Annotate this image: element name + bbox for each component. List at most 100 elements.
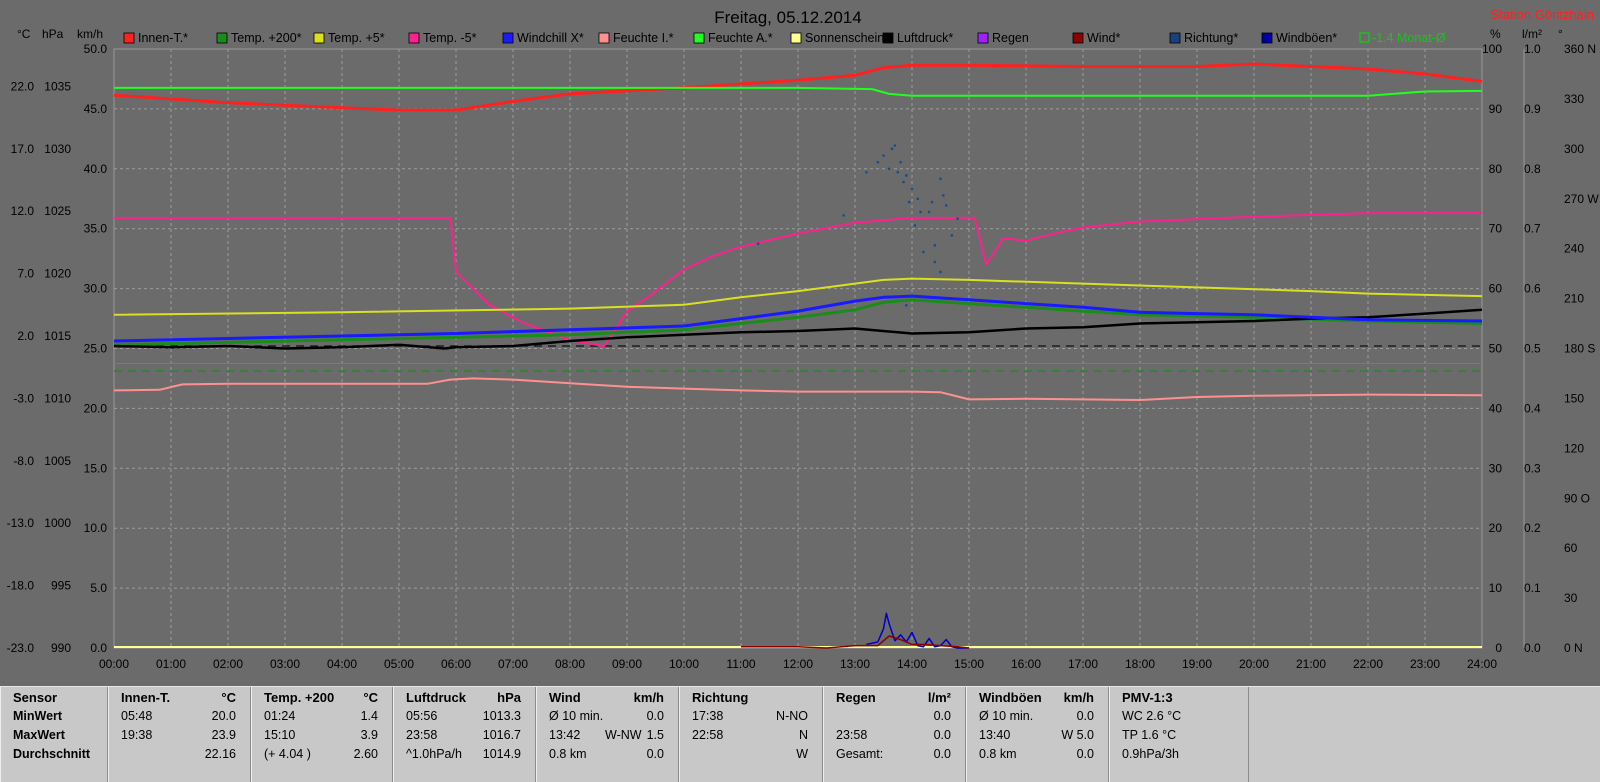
stats-cell-label: 13:40 [979, 728, 1011, 742]
stats-row: 15:10 3.9 [258, 726, 386, 745]
stats-cell-value: 23.9 [211, 728, 236, 742]
stats-header: Temp. +200 °C [258, 687, 386, 707]
stats-column: Richtung 17:38 N-NO 22:58 N W [679, 687, 823, 782]
stats-cell-label: Durchschnitt [13, 747, 91, 761]
stats-header-title: Luftdruck [406, 690, 466, 705]
stats-header-unit: °C [363, 690, 378, 705]
stats-cell-value: N [798, 728, 808, 742]
legend-swatch [977, 32, 989, 44]
stats-header-title: Innen-T. [121, 690, 171, 705]
legend-swatch [408, 32, 420, 44]
stats-header-unit: km/h [633, 690, 664, 705]
axis-pct-tick: 50 [1489, 342, 1503, 356]
stats-header-title: Windböen [979, 690, 1042, 705]
stats-header: Regen l/m² [830, 687, 959, 707]
stats-cell-value: W [796, 747, 808, 761]
stats-row: Durchschnitt [7, 745, 101, 764]
direction-point [865, 170, 868, 174]
x-tick-label: 14:00 [897, 657, 927, 671]
axis-kmh-tick: 0.0 [90, 641, 107, 655]
stats-row: 0.8 km 0.0 [973, 745, 1102, 764]
axis-lm2-tick: 0.3 [1524, 461, 1541, 475]
stats-column: Luftdruck hPa 05:56 1013.3 23:58 1016.7 ^1.0hP… [393, 687, 536, 782]
legend-label: Temp. -5* [423, 31, 477, 45]
axis-c-tick: -23.0 [7, 641, 35, 655]
stats-header: Windböen km/h [973, 687, 1102, 707]
stats-cell-label: 05:56 [406, 709, 438, 723]
stats-cell-value: N-NO [776, 709, 808, 723]
stats-column: PMV-1:3 WC 2.6 °C TP 1.6 °C 0.9hPa/3h [1109, 687, 1249, 782]
stats-column: Wind km/h Ø 10 min. 0.0 13:42 W-NW 1.5 0.8 km 0.… [536, 687, 679, 782]
x-tick-label: 21:00 [1296, 657, 1326, 671]
x-tick-label: 15:00 [954, 657, 984, 671]
axis-kmh-tick: 50.0 [84, 42, 108, 56]
stats-header-title: PMV-1:3 [1122, 690, 1173, 705]
stats-row: 23:58 1016.7 [400, 726, 529, 745]
legend-label: Feuchte A.* [708, 31, 773, 45]
axis-lm2-tick: 0.1 [1524, 581, 1541, 595]
stats-header-unit: km/h [1063, 690, 1094, 705]
stats-row: 05:48 20.0 [115, 707, 244, 726]
axis-pct-tick: 10 [1489, 581, 1503, 595]
stats-cell-label: 17:38 [692, 709, 724, 723]
stats-row: WC 2.6 °C [1116, 707, 1242, 726]
stats-cell-value: 0.0 [933, 709, 951, 723]
stats-cell-value: 0.0 [646, 747, 664, 761]
stats-column: Temp. +200 °C 01:24 1.4 15:10 3.9 (+ 4.04 ) 2.6… [251, 687, 393, 782]
axis-lm2-tick: 0.5 [1524, 342, 1541, 356]
axis-kmh-tick: 5.0 [90, 581, 107, 595]
axis-deg-tick: 150 [1564, 391, 1584, 405]
axis-pct-tick: 70 [1489, 222, 1503, 236]
stats-cell-label: Gesamt: [836, 747, 884, 761]
direction-point [899, 160, 902, 164]
axis-unit-deg: ° [1558, 27, 1563, 41]
station-label: Station Göritzhain [1491, 7, 1594, 22]
stats-row: Ø 10 min. 0.0 [973, 707, 1102, 726]
stats-row: 01:24 1.4 [258, 707, 386, 726]
axis-kmh-tick: 40.0 [84, 162, 108, 176]
axis-lm2-tick: 0.7 [1524, 222, 1541, 236]
stats-cell-value: 2.60 [353, 747, 378, 761]
x-tick-label: 17:00 [1068, 657, 1098, 671]
direction-point [756, 242, 760, 245]
x-tick-label: 23:00 [1410, 657, 1440, 671]
axis-c-tick: 17.0 [11, 142, 35, 156]
direction-point [939, 177, 942, 181]
axis-hpa-tick: 1030 [44, 142, 71, 156]
stats-cell-label: 0.8 km [979, 747, 1017, 761]
x-tick-label: 08:00 [555, 657, 585, 671]
axis-deg-tick: 30 [1564, 591, 1578, 605]
x-tick-label: 20:00 [1239, 657, 1269, 671]
legend-label: Innen-T.* [138, 31, 188, 45]
legend-swatch [1072, 32, 1084, 44]
legend-swatch [123, 32, 135, 44]
stats-cell-value: 1.4 [360, 709, 378, 723]
legend-swatch [790, 32, 802, 44]
axis-kmh-tick: 45.0 [84, 102, 108, 116]
stats-column: Regen l/m² 0.0 23:58 0.0 Gesamt: 0.0 [823, 687, 966, 782]
stats-cell-label: MinWert [13, 709, 63, 723]
axis-deg-tick: 90 O [1564, 491, 1590, 505]
direction-point [919, 210, 922, 214]
stats-header: Luftdruck hPa [400, 687, 529, 707]
stats-row: MinWert [7, 707, 101, 726]
axis-hpa-tick: 1000 [44, 516, 71, 530]
stats-cell-label: 23:58 [836, 728, 868, 742]
axis-deg-tick: 210 [1564, 292, 1584, 306]
axis-pct-tick: 60 [1489, 282, 1503, 296]
axis-c-tick: -3.0 [13, 391, 34, 405]
axis-hpa-tick: 995 [51, 579, 71, 593]
axis-pct-tick: 100 [1482, 42, 1502, 56]
stats-cell-label: 01:24 [264, 709, 296, 723]
axis-c-tick: 22.0 [11, 79, 35, 93]
stats-row: TP 1.6 °C [1116, 726, 1242, 745]
axis-lm2-tick: 0.9 [1524, 102, 1541, 116]
axis-lm2-tick: 0.8 [1524, 162, 1541, 176]
stats-cell-label: 05:48 [121, 709, 153, 723]
stats-cell-value: 20.0 [211, 709, 236, 723]
axis-hpa-tick: 990 [51, 641, 71, 655]
stats-cell-value: 1013.3 [482, 709, 521, 723]
axis-hpa-tick: 1035 [44, 79, 71, 93]
x-tick-label: 01:00 [156, 657, 186, 671]
stats-cell-value: 22.16 [204, 747, 236, 761]
